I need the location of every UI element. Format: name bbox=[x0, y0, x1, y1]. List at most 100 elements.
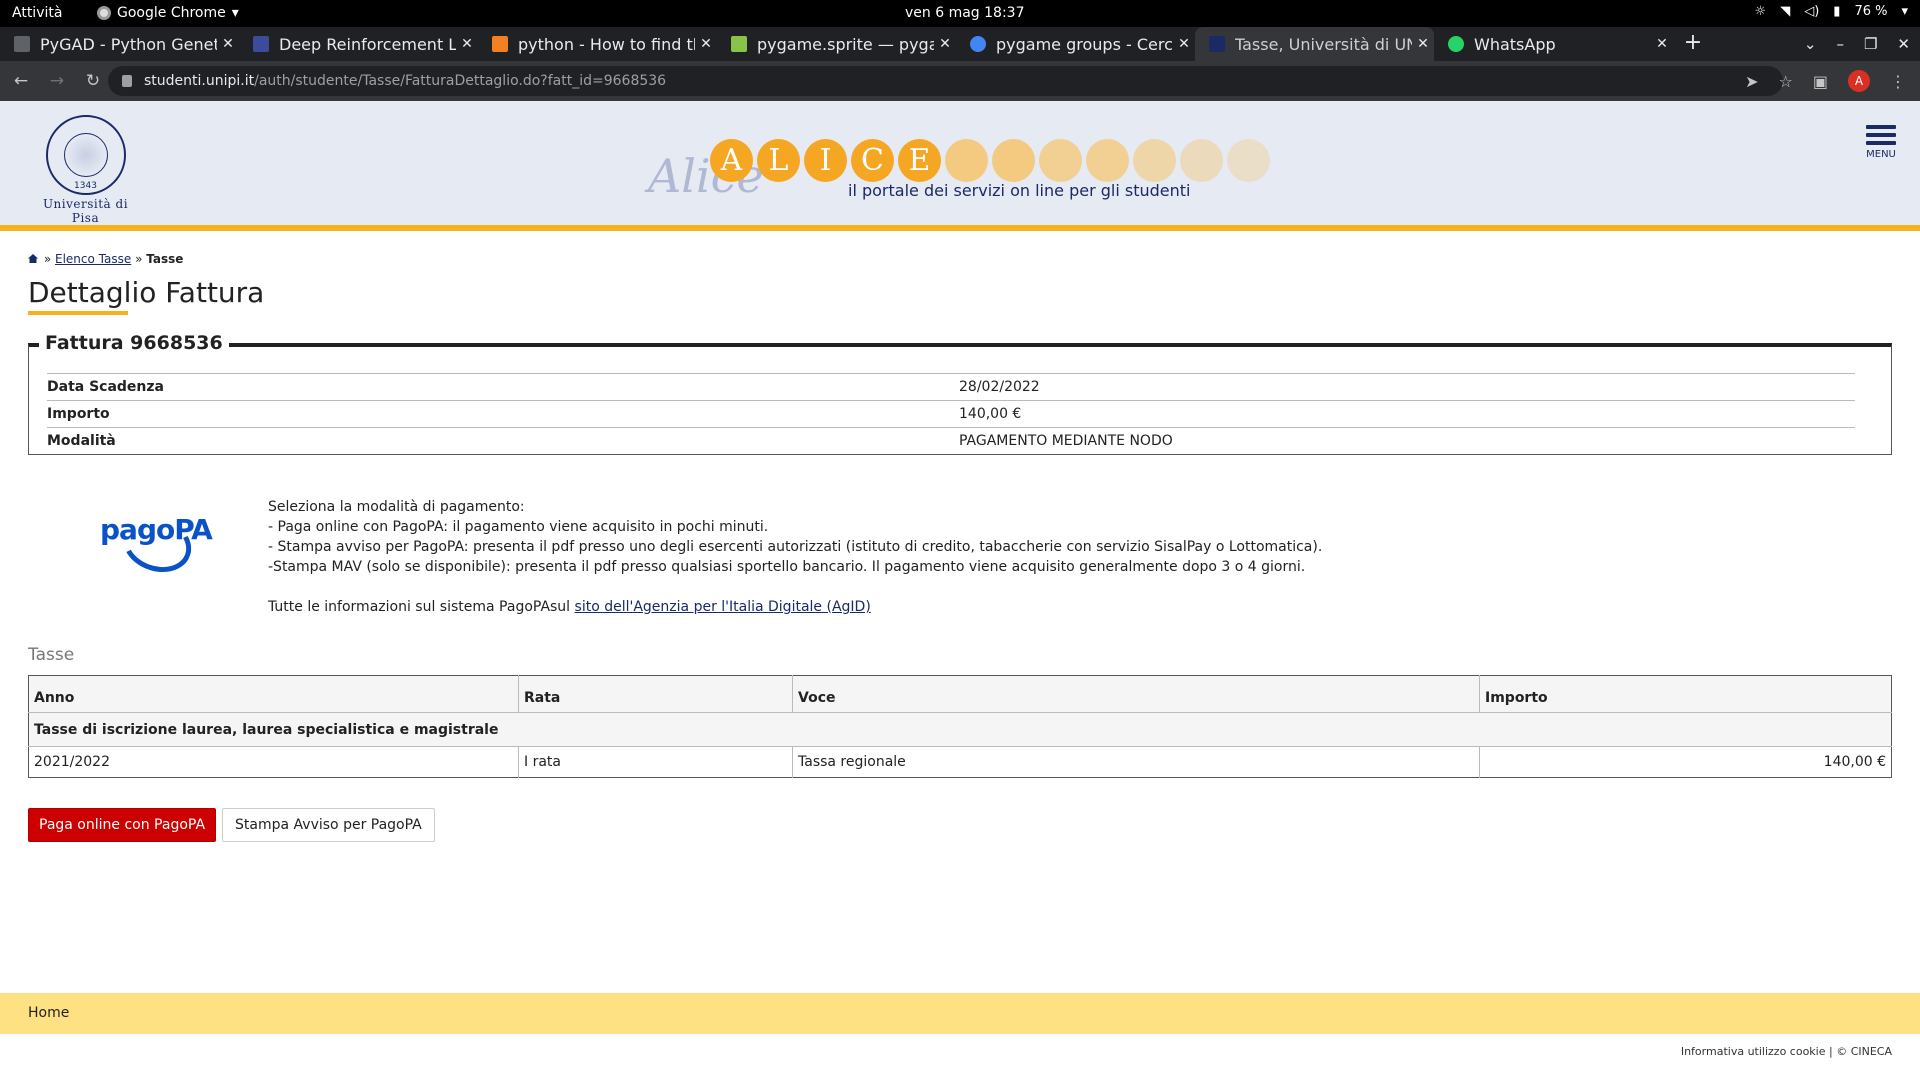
volume-icon: ◁) bbox=[1804, 4, 1820, 19]
pagopa-logo: pagoPA bbox=[100, 495, 213, 582]
tab-favicon-icon bbox=[731, 36, 747, 52]
close-icon[interactable]: ✕ bbox=[934, 36, 956, 52]
tab-search-icon[interactable]: ⌄ bbox=[1804, 35, 1817, 53]
browser-toolbar: ← → ↻ studenti.unipi.it /auth/studente/T… bbox=[0, 61, 1920, 101]
fattura-legend: Fattura 9668536 bbox=[39, 332, 229, 354]
fattura-row-value: 28/02/2022 bbox=[959, 379, 1040, 395]
pagopa-line: Seleziona la modalità di pagamento: bbox=[268, 499, 525, 515]
pagopa-line: - Stampa avviso per PagoPA: presenta il … bbox=[268, 539, 1323, 555]
minimize-icon[interactable]: – bbox=[1836, 35, 1844, 53]
breadcrumb-separator: » bbox=[43, 252, 52, 266]
tab-title: pygame.sprite — pygam bbox=[757, 34, 934, 54]
address-bar[interactable]: studenti.unipi.it /auth/studente/Tasse/F… bbox=[108, 66, 1783, 96]
breadcrumb-link-elenco-tasse[interactable]: Elenco Tasse bbox=[55, 252, 131, 266]
app-menu[interactable]: Google Chrome ▾ bbox=[97, 5, 239, 21]
battery-icon: ▮ bbox=[1833, 4, 1841, 19]
tab[interactable]: PyGAD - Python Genetic ✕ bbox=[0, 27, 239, 61]
cell-rata: I rata bbox=[518, 746, 793, 778]
pagopa-line: - Paga online con PagoPA: il pagamento v… bbox=[268, 519, 769, 535]
alice-logo: Alice A L I C E il portale dei servizi o… bbox=[648, 139, 1278, 209]
clock[interactable]: ven 6 mag 18:37 bbox=[905, 5, 1024, 21]
tab[interactable]: Deep Reinforcement Le ✕ bbox=[239, 27, 478, 61]
payment-actions: Paga online con PagoPA Stampa Avviso per… bbox=[28, 808, 1892, 842]
profile-avatar[interactable]: A bbox=[1848, 70, 1870, 92]
alice-letter: E bbox=[898, 139, 941, 182]
send-icon[interactable]: ➤ bbox=[1745, 72, 1758, 91]
university-logo[interactable]: 1343 Università di Pisa bbox=[28, 115, 143, 225]
wifi-icon: ◥ bbox=[1780, 4, 1791, 19]
tab-title: python - How to find the bbox=[518, 34, 695, 54]
table-header-row: Anno Rata Voce Importo bbox=[28, 675, 1892, 713]
close-window-icon[interactable]: ✕ bbox=[1897, 35, 1910, 53]
fattura-row: Importo 140,00 € bbox=[47, 400, 1855, 427]
brightness-icon: ☼ bbox=[1754, 4, 1767, 19]
hamburger-icon bbox=[1866, 125, 1896, 129]
url-host: studenti.unipi.it bbox=[144, 73, 255, 89]
maximize-icon[interactable]: ❐ bbox=[1864, 35, 1877, 53]
agid-link[interactable]: sito dell'Agenzia per l'Italia Digitale … bbox=[575, 599, 871, 615]
university-name: Università di Pisa bbox=[42, 197, 129, 225]
tab[interactable]: pygame.sprite — pygam ✕ bbox=[717, 27, 956, 61]
cell-voce: Tassa regionale bbox=[792, 746, 1480, 778]
close-icon[interactable]: ✕ bbox=[1651, 36, 1673, 52]
hamburger-icon-bar bbox=[1866, 141, 1896, 145]
cell-importo: 140,00 € bbox=[1479, 746, 1892, 778]
site-header: 1343 Università di Pisa Alice A L I C E … bbox=[0, 101, 1920, 231]
home-icon[interactable] bbox=[28, 254, 38, 263]
column-header-importo: Importo bbox=[1479, 675, 1892, 713]
alice-letter: C bbox=[851, 139, 894, 182]
close-icon[interactable]: ✕ bbox=[217, 36, 239, 52]
tab-favicon-icon bbox=[253, 36, 269, 52]
tab-favicon-icon bbox=[492, 36, 508, 52]
title-underline bbox=[28, 311, 128, 315]
close-icon[interactable]: ✕ bbox=[695, 36, 717, 52]
column-header-anno: Anno bbox=[28, 675, 519, 713]
url-path: /auth/studente/Tasse/FatturaDettaglio.do… bbox=[254, 73, 667, 89]
fattura-row-value: PAGAMENTO MEDIANTE NODO bbox=[959, 433, 1173, 449]
kebab-menu-icon[interactable]: ⋮ bbox=[1890, 72, 1906, 91]
decorative-face bbox=[945, 139, 988, 182]
chevron-down-icon: ▾ bbox=[1901, 4, 1908, 19]
footer-cookie-info[interactable]: Informativa utilizzo cookie | © CINECA bbox=[1681, 1045, 1892, 1058]
tab-active[interactable]: Tasse, Università di UNIP ✕ bbox=[1195, 27, 1434, 61]
forward-icon[interactable]: → bbox=[42, 71, 72, 91]
tab-favicon-icon bbox=[14, 36, 30, 52]
back-icon[interactable]: ← bbox=[6, 71, 36, 91]
lock-icon[interactable] bbox=[122, 75, 132, 87]
toolbar-actions: ➤ ☆ ▣ A ⋮ bbox=[1745, 70, 1906, 92]
tab[interactable]: WhatsApp ✕ bbox=[1434, 27, 1673, 61]
footer-home-link[interactable]: Home bbox=[28, 1005, 69, 1021]
column-header-voce: Voce bbox=[792, 675, 1480, 713]
new-tab-button[interactable]: + bbox=[1673, 27, 1713, 61]
tab[interactable]: pygame groups - Cerca c ✕ bbox=[956, 27, 1195, 61]
system-tray[interactable]: ☼ ◥ ◁) ▮ 76 % ▾ bbox=[1755, 4, 1908, 19]
side-panel-icon[interactable]: ▣ bbox=[1813, 72, 1828, 91]
star-icon[interactable]: ☆ bbox=[1779, 72, 1793, 91]
breadcrumb-separator: » bbox=[135, 252, 143, 266]
activities-button[interactable]: Attività bbox=[12, 5, 62, 21]
fattura-row-label: Modalità bbox=[47, 433, 116, 449]
footer-bar: Home bbox=[0, 993, 1920, 1034]
pagopa-section: pagoPA Seleziona la modalità di pagament… bbox=[28, 475, 1892, 635]
decorative-face bbox=[1227, 139, 1270, 182]
pagopa-line: -Stampa MAV (solo se disponibile): prese… bbox=[268, 559, 1306, 575]
print-notice-button[interactable]: Stampa Avviso per PagoPA bbox=[222, 808, 435, 842]
pay-online-button[interactable]: Paga online con PagoPA bbox=[28, 808, 217, 842]
tab-favicon-icon bbox=[970, 36, 986, 52]
fattura-row: Modalità PAGAMENTO MEDIANTE NODO bbox=[47, 427, 1855, 454]
alice-letters: A L I C E bbox=[710, 139, 1270, 182]
table-row: 2021/2022 I rata Tassa regionale 140,00 … bbox=[28, 746, 1892, 778]
fattura-row: Data Scadenza 28/02/2022 bbox=[47, 373, 1855, 400]
pagopa-info: Tutte le informazioni sul sistema PagoPA… bbox=[268, 597, 1322, 617]
os-top-bar: Attività Google Chrome ▾ ven 6 mag 18:37… bbox=[0, 0, 1920, 27]
tab-title: PyGAD - Python Genetic bbox=[40, 34, 217, 54]
tab-title: pygame groups - Cerca c bbox=[996, 34, 1173, 54]
close-icon[interactable]: ✕ bbox=[1173, 36, 1195, 52]
close-icon[interactable]: ✕ bbox=[456, 36, 478, 52]
menu-button[interactable]: MENU bbox=[1866, 125, 1896, 160]
reload-icon[interactable]: ↻ bbox=[78, 71, 108, 91]
tab[interactable]: python - How to find the ✕ bbox=[478, 27, 717, 61]
decorative-face bbox=[992, 139, 1035, 182]
close-icon[interactable]: ✕ bbox=[1412, 36, 1434, 52]
